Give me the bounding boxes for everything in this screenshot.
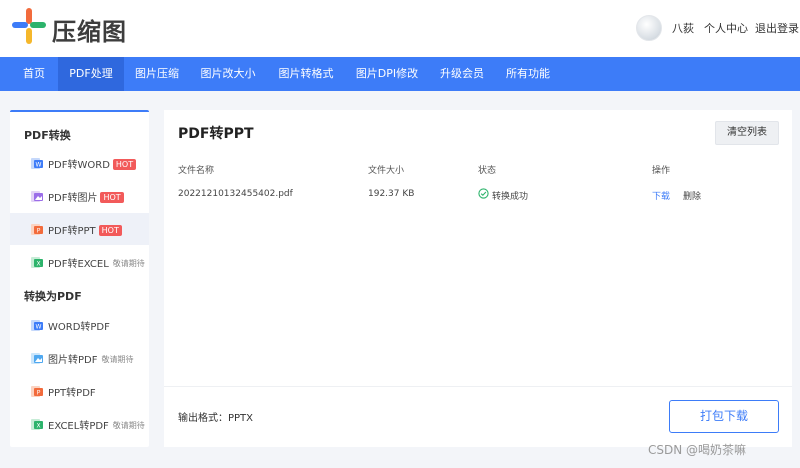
nav-home[interactable]: 首页 [12, 57, 56, 91]
batch-download-button[interactable]: 打包下载 [669, 400, 779, 433]
sidebar-item-label: PDF转WORD [48, 160, 110, 171]
sidebar-item-pdf-to-image[interactable]: PDF转图片 HOT [10, 180, 149, 212]
svg-text:W: W [36, 324, 42, 331]
image-icon [31, 191, 43, 202]
svg-text:W: W [36, 162, 42, 169]
hot-badge: HOT [100, 192, 124, 203]
svg-text:X: X [36, 261, 40, 268]
sidebar-item-label: PDF转EXCEL [48, 259, 109, 270]
sidebar-item-ppt-to-pdf[interactable]: P PPT转PDF [10, 375, 149, 407]
hot-badge: HOT [112, 159, 137, 170]
word-icon: W [31, 320, 43, 331]
svg-text:P: P [37, 390, 41, 397]
nav-upgrade[interactable]: 升级会员 [434, 57, 490, 91]
sidebar-item-label: EXCEL转PDF [48, 421, 109, 432]
nav-pdf[interactable]: PDF处理 [58, 57, 124, 91]
coming-soon-badge: 敬请期待 [112, 259, 145, 268]
column-header-size: 文件大小 [368, 166, 405, 176]
personal-center-link[interactable]: 个人中心 [704, 20, 748, 36]
nav-all-features[interactable]: 所有功能 [500, 57, 556, 91]
excel-icon: X [31, 419, 43, 430]
logout-link[interactable]: 退出登录 [755, 20, 799, 36]
sidebar-item-pdf-to-excel[interactable]: X PDF转EXCEL 敬请期待 [10, 246, 149, 278]
nav-image-convert[interactable]: 图片转格式 [272, 57, 340, 91]
sidebar-item-pdf-to-word[interactable]: W PDF转WORD HOT [10, 147, 149, 179]
excel-icon: X [31, 257, 43, 268]
sidebar-item-label: PPT转PDF [48, 388, 96, 399]
column-header-action: 操作 [652, 166, 671, 176]
sidebar-item-label: PDF转图片 [48, 193, 98, 204]
status-text: 转换成功 [492, 192, 529, 202]
sidebar: PDF转换 W PDF转WORD HOT PDF转图片 HOT P PDF转PPT H… [10, 110, 149, 447]
sidebar-section-pdf-convert: PDF转换 [24, 129, 71, 142]
download-link[interactable]: 下载 [652, 189, 670, 202]
hot-badge: HOT [98, 225, 122, 236]
nav-image-compress[interactable]: 图片压缩 [126, 57, 188, 91]
sidebar-item-pdf-to-ppt[interactable]: P PDF转PPT HOT [10, 213, 149, 245]
coming-soon-badge: 敬请期待 [101, 355, 134, 364]
file-size: 192.37 KB [368, 189, 415, 199]
delete-link[interactable]: 删除 [683, 189, 701, 202]
svg-text:P: P [37, 228, 41, 235]
sidebar-section-to-pdf: 转换为PDF [24, 290, 82, 303]
sidebar-item-excel-to-pdf[interactable]: X EXCEL转PDF 敬请期待 [10, 408, 149, 440]
image-icon [31, 353, 43, 364]
file-name: 20221210132455402.pdf [178, 189, 293, 199]
avatar[interactable] [636, 15, 662, 41]
check-circle-icon [478, 188, 489, 199]
divider [164, 386, 792, 387]
clear-list-button[interactable]: 清空列表 [715, 121, 779, 145]
sidebar-item-label: 图片转PDF [48, 355, 98, 366]
nav-image-resize[interactable]: 图片改大小 [194, 57, 262, 91]
logo-icon[interactable] [12, 8, 46, 44]
page-title: PDF转PPT [178, 126, 254, 142]
sidebar-item-label: WORD转PDF [48, 322, 110, 333]
column-header-name: 文件名称 [178, 166, 215, 176]
ppt-icon: P [31, 224, 43, 235]
sidebar-item-label: PDF转PPT [48, 226, 96, 237]
sidebar-item-word-to-pdf[interactable]: W WORD转PDF [10, 309, 149, 341]
watermark: CSDN @喝奶茶嘛 [648, 443, 747, 457]
header: 压缩图 八荻 个人中心 退出登录 [0, 0, 800, 57]
main-panel: PDF转PPT 清空列表 文件名称 文件大小 状态 操作 20221210132… [164, 110, 792, 447]
word-icon: W [31, 158, 43, 169]
column-header-status: 状态 [478, 166, 497, 176]
sidebar-item-image-to-pdf[interactable]: 图片转PDF 敬请期待 [10, 342, 149, 374]
svg-text:X: X [36, 423, 40, 430]
brand-name[interactable]: 压缩图 [52, 12, 127, 47]
coming-soon-badge: 敬请期待 [112, 421, 145, 430]
main-nav: 首页 PDF处理 图片压缩 图片改大小 图片转格式 图片DPI修改 升级会员 所… [0, 57, 800, 91]
user-name[interactable]: 八荻 [672, 20, 694, 36]
nav-image-dpi[interactable]: 图片DPI修改 [350, 57, 424, 91]
output-format: 输出格式：PPTX [178, 413, 254, 424]
ppt-icon: P [31, 386, 43, 397]
